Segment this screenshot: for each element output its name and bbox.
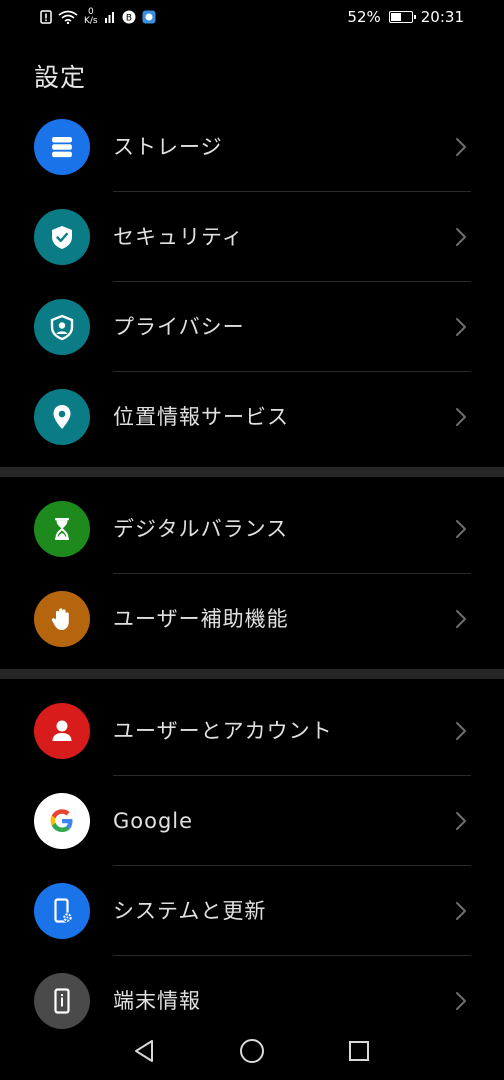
back-icon[interactable] xyxy=(131,1038,157,1064)
settings-item[interactable]: ユーザーとアカウント xyxy=(0,686,504,776)
settings-item-label: セキュリティ xyxy=(113,225,244,249)
chevron-right-icon xyxy=(455,282,467,372)
chevron-right-icon xyxy=(455,574,467,664)
hand-icon xyxy=(34,591,90,647)
settings-item[interactable]: システムと更新 xyxy=(0,866,504,956)
app-notification-icon: B xyxy=(122,10,136,24)
group-separator xyxy=(0,669,504,679)
settings-item-label: 位置情報サービス xyxy=(113,405,289,429)
shield-check-icon xyxy=(34,209,90,265)
network-speed-unit: K/s xyxy=(84,16,98,26)
settings-group: ユーザーとアカウント Google システムと更新 端末情報 xyxy=(0,686,504,1046)
settings-item-label: ストレージ xyxy=(113,135,223,159)
google-icon xyxy=(34,793,90,849)
settings-item[interactable]: セキュリティ xyxy=(0,192,504,282)
network-speed: 0 K/s xyxy=(84,8,98,26)
chevron-right-icon xyxy=(455,866,467,956)
chevron-right-icon xyxy=(455,102,467,192)
svg-text:B: B xyxy=(126,14,132,24)
chevron-right-icon xyxy=(455,686,467,776)
battery-percent: 52% xyxy=(347,8,381,26)
settings-item-label: ユーザーとアカウント xyxy=(113,719,333,743)
signal-icon xyxy=(104,11,116,23)
chevron-right-icon xyxy=(455,372,467,462)
app-notification-icon-2 xyxy=(142,10,156,24)
wifi-icon xyxy=(58,10,78,24)
hourglass-icon xyxy=(34,501,90,557)
status-right: 52% 20:31 xyxy=(347,8,464,26)
navigation-bar xyxy=(0,1020,504,1080)
chevron-right-icon xyxy=(455,192,467,282)
group-separator xyxy=(0,467,504,477)
clock: 20:31 xyxy=(420,8,464,26)
recents-icon[interactable] xyxy=(346,1038,372,1064)
privacy-shield-icon xyxy=(34,299,90,355)
home-icon[interactable] xyxy=(239,1038,265,1064)
settings-item[interactable]: プライバシー xyxy=(0,282,504,372)
settings-group: デジタルバランス ユーザー補助機能 xyxy=(0,484,504,664)
settings-item-label: デジタルバランス xyxy=(113,517,289,541)
settings-item[interactable]: ユーザー補助機能 xyxy=(0,574,504,664)
storage-icon xyxy=(34,119,90,175)
settings-item[interactable]: デジタルバランス xyxy=(0,484,504,574)
notification-alert-icon xyxy=(40,10,52,24)
user-icon xyxy=(34,703,90,759)
chevron-right-icon xyxy=(455,776,467,866)
settings-list: ストレージ セキュリティ プライバシー 位置情報サービス デジタルバランス ユーザー補助機… xyxy=(0,102,504,1046)
settings-item-label: ユーザー補助機能 xyxy=(113,607,289,631)
battery-icon xyxy=(388,11,416,23)
settings-item-label: Google xyxy=(113,809,194,833)
settings-group: ストレージセキュリティ プライバシー位置情報サービス xyxy=(0,102,504,462)
location-pin-icon xyxy=(34,389,90,445)
status-left-icons: 0 K/s B xyxy=(40,8,156,26)
settings-item[interactable]: Google xyxy=(0,776,504,866)
status-bar: 0 K/s B 52% 20:31 xyxy=(0,0,504,38)
settings-item[interactable]: 位置情報サービス xyxy=(0,372,504,462)
settings-item-label: システムと更新 xyxy=(113,899,267,923)
page-title: 設定 xyxy=(34,63,87,92)
settings-item-label: プライバシー xyxy=(113,315,245,339)
settings-item[interactable]: ストレージ xyxy=(0,102,504,192)
phone-settings-icon xyxy=(34,883,90,939)
chevron-right-icon xyxy=(455,484,467,574)
